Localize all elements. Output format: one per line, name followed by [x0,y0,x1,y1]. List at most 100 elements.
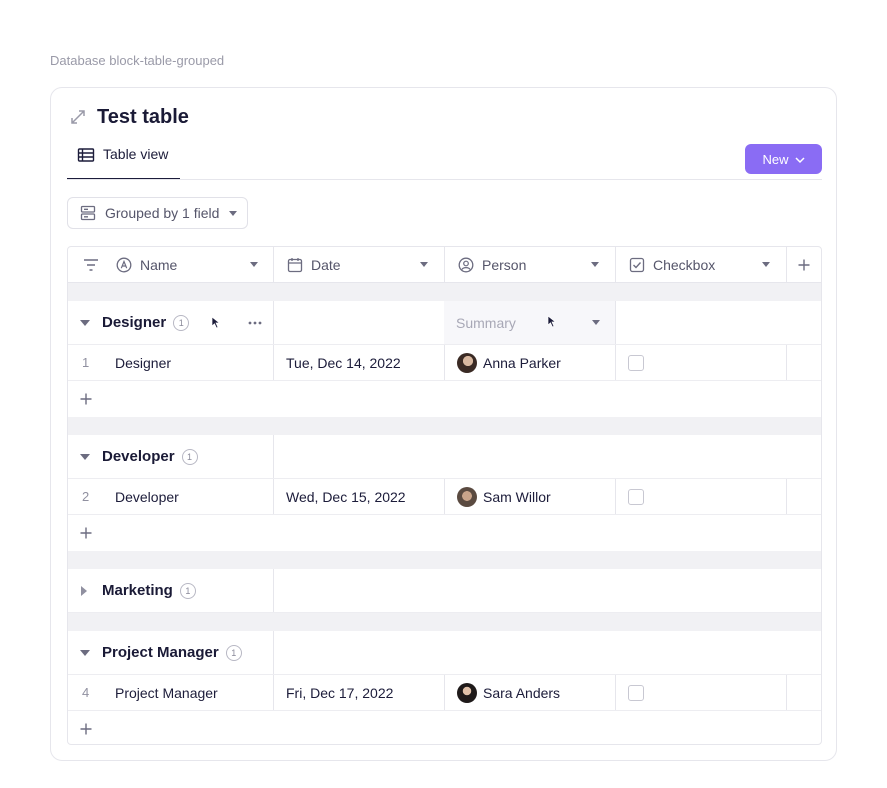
add-row[interactable] [68,381,821,417]
add-column-button[interactable] [787,247,821,282]
person-name: Sara Anders [483,684,561,701]
cell-date[interactable]: Fri, Dec 17, 2022 [286,675,393,710]
group-header-marketing: Marketing 1 [68,569,821,613]
checkbox[interactable] [628,684,644,701]
checkbox[interactable] [628,488,644,505]
checkbox[interactable] [628,354,644,371]
group-count-badge: 1 [173,314,190,331]
collapse-group-toggle[interactable] [80,301,90,344]
table-row[interactable]: 4 Project Manager Fri, Dec 17, 2022 Sara… [68,675,821,711]
caret-down-icon [591,262,599,267]
table-row[interactable]: 2 Developer Wed, Dec 15, 2022 Sam Willor [68,479,821,515]
group-by-button[interactable]: Grouped by 1 field [67,197,248,229]
filter-icon[interactable] [68,247,114,282]
group-count-badge: 1 [181,448,198,465]
cell-date[interactable]: Wed, Dec 15, 2022 [286,479,406,514]
new-button-label: New [762,151,789,167]
avatar [457,352,477,373]
tab-label: Table view [103,146,169,162]
cell-name[interactable]: Designer [115,345,171,380]
group-name: Marketing [102,582,173,599]
new-button[interactable]: New [745,144,822,174]
plus-icon[interactable] [80,711,92,744]
calendar-icon [287,257,303,273]
cell-person[interactable]: Sam Willor [457,479,551,514]
avatar [457,486,477,507]
triangle-right-icon [81,585,87,596]
breadcrumb: Database block-table-grouped [50,53,225,68]
group-gap [68,613,821,631]
chevron-down-icon [794,152,805,167]
table-icon [77,147,95,163]
table-row[interactable]: 1 Designer Tue, Dec 14, 2022 Anna Parker [68,345,821,381]
text-property-icon [116,257,132,273]
group-gap [68,417,821,435]
person-name: Sam Willor [483,488,551,505]
avatar [457,682,477,703]
plus-icon [798,259,810,270]
cell-name[interactable]: Developer [115,479,179,514]
database-card: Test table Table view New Grouped by 1 f… [50,87,837,761]
group-by-label: Grouped by 1 field [105,205,220,221]
column-label: Date [311,256,341,273]
triangle-down-icon [80,453,90,460]
checkbox-icon [629,257,645,273]
tab-divider [67,179,822,180]
cursor-icon [547,314,557,331]
column-header-name[interactable]: Name [116,247,273,282]
collapse-group-toggle[interactable] [80,435,90,478]
row-number: 1 [82,355,90,370]
group-count-badge: 1 [179,582,196,599]
column-header-checkbox[interactable]: Checkbox [629,247,786,282]
group-name: Project Manager [102,644,219,661]
plus-icon[interactable] [80,515,92,551]
group-header-designer: Designer 1 Summary [68,301,821,345]
plus-icon[interactable] [80,381,92,417]
caret-down-icon [229,210,238,216]
cell-person[interactable]: Sara Anders [457,675,560,710]
cell-name[interactable]: Project Manager [115,675,218,710]
cursor-icon [211,301,221,344]
table-header: Name Date Person Checkbox [68,247,821,283]
caret-down-icon [250,262,258,267]
group-name: Developer [102,448,175,465]
summary-label: Summary [456,314,516,331]
triangle-down-icon [80,649,90,656]
group-gap [68,551,821,569]
cell-person[interactable]: Anna Parker [457,345,561,380]
add-row[interactable] [68,711,821,744]
caret-down-icon [420,262,428,267]
group-header-developer: Developer 1 [68,435,821,479]
column-label: Name [140,256,178,273]
group-name: Designer [102,314,167,331]
cell-checkbox[interactable] [628,479,644,514]
column-label: Person [482,256,527,273]
title-row: Test table [69,106,189,128]
person-icon [458,257,474,273]
database-table: Name Date Person Checkbox Designer 1 Sum… [67,246,822,745]
add-row[interactable] [68,515,821,551]
column-header-person[interactable]: Person [458,247,615,282]
collapse-group-toggle[interactable] [80,631,90,674]
group-icon [80,205,96,221]
group-header-project-manager: Project Manager 1 [68,631,821,675]
caret-down-icon [762,262,770,267]
person-name: Anna Parker [483,354,561,371]
summary-dropdown[interactable]: Summary [444,301,615,344]
cell-checkbox[interactable] [628,675,644,710]
page-title: Test table [97,105,189,128]
expand-group-toggle[interactable] [81,569,87,612]
column-header-date[interactable]: Date [287,247,444,282]
row-number: 4 [82,685,90,700]
triangle-down-icon [80,319,90,326]
column-label: Checkbox [653,256,716,273]
expand-icon[interactable] [69,108,87,126]
more-options-icon[interactable] [248,301,262,344]
group-gap [68,283,821,301]
caret-down-icon [592,320,600,325]
cell-date[interactable]: Tue, Dec 14, 2022 [286,345,401,380]
cell-checkbox[interactable] [628,345,644,380]
group-count-badge: 1 [225,644,242,661]
row-number: 2 [82,489,90,504]
tab-table-view[interactable]: Table view [67,144,180,180]
